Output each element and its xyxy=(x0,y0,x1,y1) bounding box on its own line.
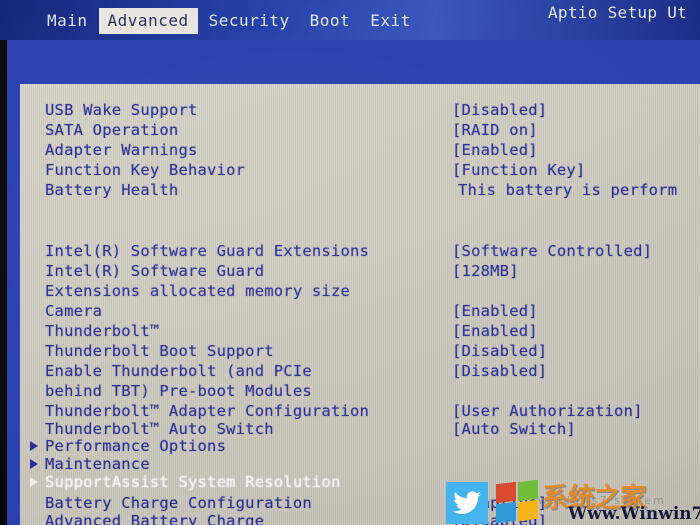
setting-row[interactable]: Intel(R) Software Guard Extensions [Softw… xyxy=(20,241,700,261)
setting-label: Thunderbolt Boot Support xyxy=(45,342,274,360)
setting-label: behind TBT) Pre-boot Modules xyxy=(45,382,312,400)
setting-row[interactable]: Thunderbolt™ Adapter Configuration [User … xyxy=(20,401,700,421)
setting-label: Intel(R) Software Guard Extensions xyxy=(45,242,370,260)
setting-row[interactable]: Thunderbolt Boot Support [Disabled] xyxy=(20,341,700,361)
setting-value[interactable]: [Disabled] xyxy=(452,512,547,525)
setting-label: Adapter Warnings xyxy=(45,141,198,159)
setting-value[interactable]: [Software Controlled] xyxy=(452,242,652,260)
setting-label: Battery Charge Configuration xyxy=(45,494,312,512)
setting-label: Battery Health xyxy=(45,181,179,199)
setting-value[interactable]: This battery is perform xyxy=(458,181,677,199)
setting-value[interactable]: [Enabled] xyxy=(452,302,538,320)
setting-label: Camera xyxy=(45,302,103,320)
setting-label: SATA Operation xyxy=(45,121,179,139)
setting-row[interactable]: Battery Charge Configuration [Adaptive] xyxy=(20,493,700,513)
menu-tab-security[interactable]: Security xyxy=(200,8,299,34)
content-panel: USB Wake Support [Disabled] SATA Operation… xyxy=(20,84,700,525)
setting-value[interactable]: [Function Key] xyxy=(452,161,585,179)
setting-row[interactable]: Thunderbolt™ [Enabled] xyxy=(20,321,700,341)
setting-label: SupportAssist System Resolution xyxy=(45,473,341,491)
setting-row[interactable]: Advanced Battery Charge [Disabled] xyxy=(20,511,700,525)
setting-row[interactable]: SATA Operation [RAID on] xyxy=(20,120,700,140)
screen-left-edge xyxy=(0,40,7,525)
submenu-arrow-icon xyxy=(30,441,38,451)
settings-list: USB Wake Support [Disabled] SATA Operation… xyxy=(20,84,700,525)
submenu-arrow-icon xyxy=(30,459,38,469)
setting-label: Thunderbolt™ xyxy=(45,322,160,340)
setting-row[interactable]: Camera [Enabled] xyxy=(20,301,700,321)
setting-row[interactable]: Battery Health This battery is perform xyxy=(20,180,700,200)
main-menubar[interactable]: Main Advanced Security Boot Exit xyxy=(0,8,422,34)
setting-label: Performance Options xyxy=(45,437,227,455)
bios-setup-screen: Main Advanced Security Boot Exit Aptio Setup… xyxy=(0,0,700,525)
setting-row[interactable]: Performance Options xyxy=(20,436,700,456)
setting-row[interactable]: SupportAssist System Resolution xyxy=(20,472,700,492)
submenu-arrow-icon xyxy=(30,477,38,487)
setting-label: USB Wake Support xyxy=(45,101,198,119)
setting-row[interactable]: Function Key Behavior [Function Key] xyxy=(20,160,700,180)
setting-row[interactable]: Maintenance xyxy=(20,454,700,474)
setting-row[interactable]: Extensions allocated memory size xyxy=(20,281,700,301)
content-frame-border: USB Wake Support [Disabled] SATA Operation… xyxy=(6,40,700,525)
setting-value[interactable]: [Adaptive] xyxy=(452,494,547,512)
setting-value[interactable]: [Enabled] xyxy=(452,141,538,159)
setting-label: Function Key Behavior xyxy=(45,161,246,179)
setting-label: Extensions allocated memory size xyxy=(45,282,351,300)
setting-row[interactable]: Adapter Warnings [Enabled] xyxy=(20,140,700,160)
menu-tab-exit[interactable]: Exit xyxy=(361,8,420,34)
setting-value[interactable]: [Enabled] xyxy=(452,322,538,340)
setting-label: Enable Thunderbolt (and PCIe xyxy=(45,362,312,380)
setting-row[interactable]: behind TBT) Pre-boot Modules xyxy=(20,381,700,401)
setting-value[interactable]: [RAID on] xyxy=(452,121,538,139)
setting-label: Intel(R) Software Guard xyxy=(45,262,265,280)
menu-tab-advanced[interactable]: Advanced xyxy=(98,8,198,34)
setting-value[interactable]: [Disabled] xyxy=(452,101,547,119)
setting-label: Maintenance xyxy=(45,455,150,473)
setting-value[interactable]: [User Authorization] xyxy=(452,402,643,420)
setting-value[interactable]: [128MB] xyxy=(452,262,519,280)
setting-label: Thunderbolt™ Adapter Configuration xyxy=(45,402,370,420)
menu-tab-boot[interactable]: Boot xyxy=(301,8,360,34)
setting-label: Advanced Battery Charge xyxy=(45,512,265,525)
setting-row[interactable]: Enable Thunderbolt (and PCIe [Disabled] xyxy=(20,361,700,381)
setting-value[interactable]: [Disabled] xyxy=(452,362,547,380)
menu-tab-main[interactable]: Main xyxy=(38,8,97,34)
setting-row[interactable]: Intel(R) Software Guard [128MB] xyxy=(20,261,700,281)
setting-row[interactable]: USB Wake Support [Disabled] xyxy=(20,100,700,120)
aptio-setup-title: Aptio Setup Ut xyxy=(548,3,688,22)
setting-value[interactable]: [Disabled] xyxy=(452,342,547,360)
